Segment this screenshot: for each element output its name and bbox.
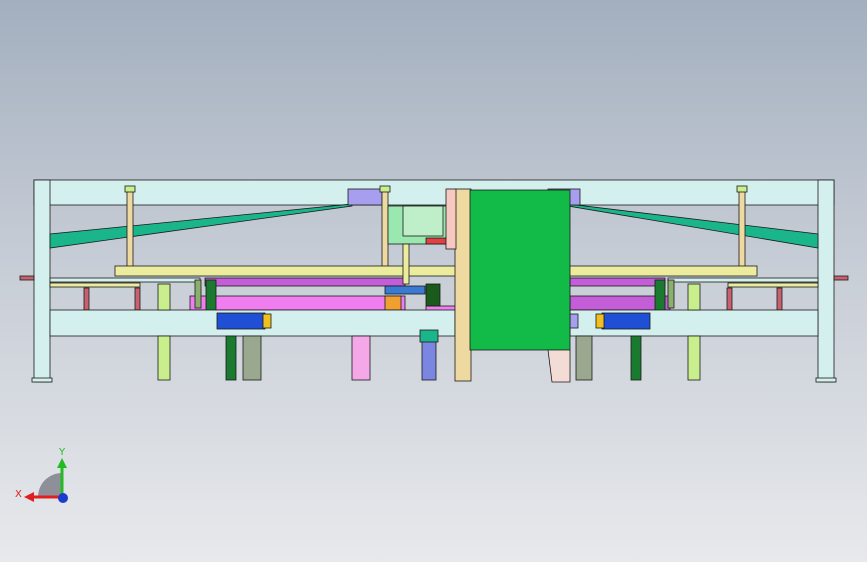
hanger-right-2 (776, 287, 783, 311)
triad-x-arrow (24, 492, 34, 502)
guide-rod-3-cap (736, 185, 748, 193)
center-column (421, 335, 437, 381)
side-arm-left (49, 277, 201, 283)
guide-rod-1 (126, 189, 134, 269)
left-foot (31, 377, 53, 383)
triad-arc (38, 473, 62, 497)
hanger-right-1 (726, 287, 733, 311)
slide-left-block (384, 295, 402, 311)
hanger-left-1 (83, 287, 90, 311)
actuator-left (216, 312, 266, 330)
actuator-right-end (569, 313, 579, 329)
top-beam (33, 179, 835, 206)
machine-front-view: Y X (15, 179, 849, 503)
triad-x-label: X (15, 489, 22, 500)
slide-left-top (204, 277, 406, 287)
guide-rod-2 (381, 189, 389, 269)
guide-rod-1-cap (124, 185, 136, 193)
right-foot (815, 377, 837, 383)
bracket-r-2 (667, 279, 675, 309)
cad-viewport[interactable]: Y X (0, 0, 867, 562)
vertical-post-cap (445, 188, 457, 250)
triad-y-label: Y (58, 447, 66, 458)
side-arm-right-lower (727, 282, 819, 288)
central-assembly (384, 205, 457, 381)
leg-1 (157, 335, 171, 381)
cover-skirt (547, 349, 571, 383)
guide-rod-3 (738, 189, 746, 269)
center-spindle (402, 243, 410, 285)
side-arm-left-lower (49, 282, 141, 288)
actuator-left-cap (262, 313, 272, 329)
leg-3 (242, 335, 262, 381)
guide-rod-2-cap (379, 185, 391, 193)
leg-2 (225, 335, 237, 381)
leg-5 (575, 335, 593, 381)
slide-left (189, 295, 406, 311)
center-mount (425, 283, 441, 307)
leg-1-upper (157, 283, 171, 311)
center-housing-panel (402, 205, 444, 237)
leg-7-upper (687, 283, 701, 311)
green-cover (469, 189, 571, 351)
leg-4 (351, 335, 371, 381)
right-brace (567, 203, 819, 249)
center-column-top (419, 329, 439, 343)
actuator-right-cap (595, 313, 605, 329)
leg-7 (687, 335, 701, 381)
vertical-post (454, 188, 472, 382)
right-column (817, 179, 835, 383)
bracket-l-1 (194, 279, 202, 309)
upper-rail (114, 265, 758, 277)
triad-y-arrow (57, 458, 67, 468)
hanger-left-2 (134, 287, 141, 311)
center-tool (384, 285, 426, 295)
left-column (33, 179, 51, 383)
leg-6 (630, 335, 642, 381)
triad-z-axis (58, 493, 68, 503)
slide-right-top (569, 277, 666, 287)
top-plate-left (347, 188, 383, 206)
side-arm-left-outer (19, 275, 35, 281)
actuator-right (601, 312, 651, 330)
side-arm-right-outer (833, 275, 849, 281)
side-arm-right (667, 277, 819, 283)
left-brace (49, 203, 353, 249)
axis-triad: Y X (15, 447, 68, 503)
